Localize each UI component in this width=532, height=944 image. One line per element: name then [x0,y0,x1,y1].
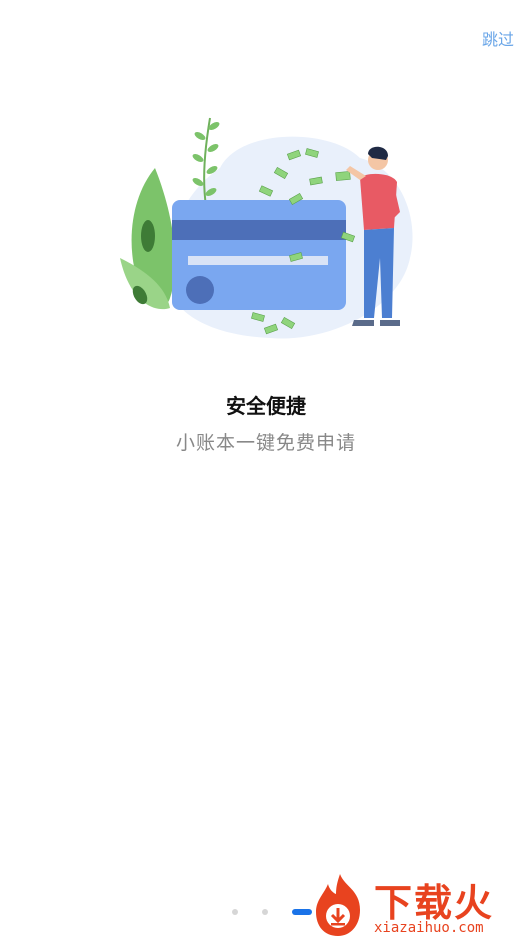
credit-card-illustration [120,117,413,339]
onboarding-screen: 跳过 安全便捷 小账本一键免费申请 下载火 xiazaihuo.com [0,0,532,944]
flame-logo-icon [316,874,360,936]
watermark-url: xiazaihuo.com [374,920,484,936]
slide-subtitle: 小账本一键免费申请 [175,432,356,454]
watermark-brand: 下载火 [374,881,495,925]
skip-button[interactable]: 跳过 [482,26,514,50]
watermark: 下载火 xiazaihuo.com [310,870,526,940]
page-dot-1 [232,909,238,915]
page-indicator [232,909,312,915]
page-dot-2 [262,909,268,915]
slide-title: 安全便捷 [226,394,306,418]
page-dot-3-active [292,909,312,915]
